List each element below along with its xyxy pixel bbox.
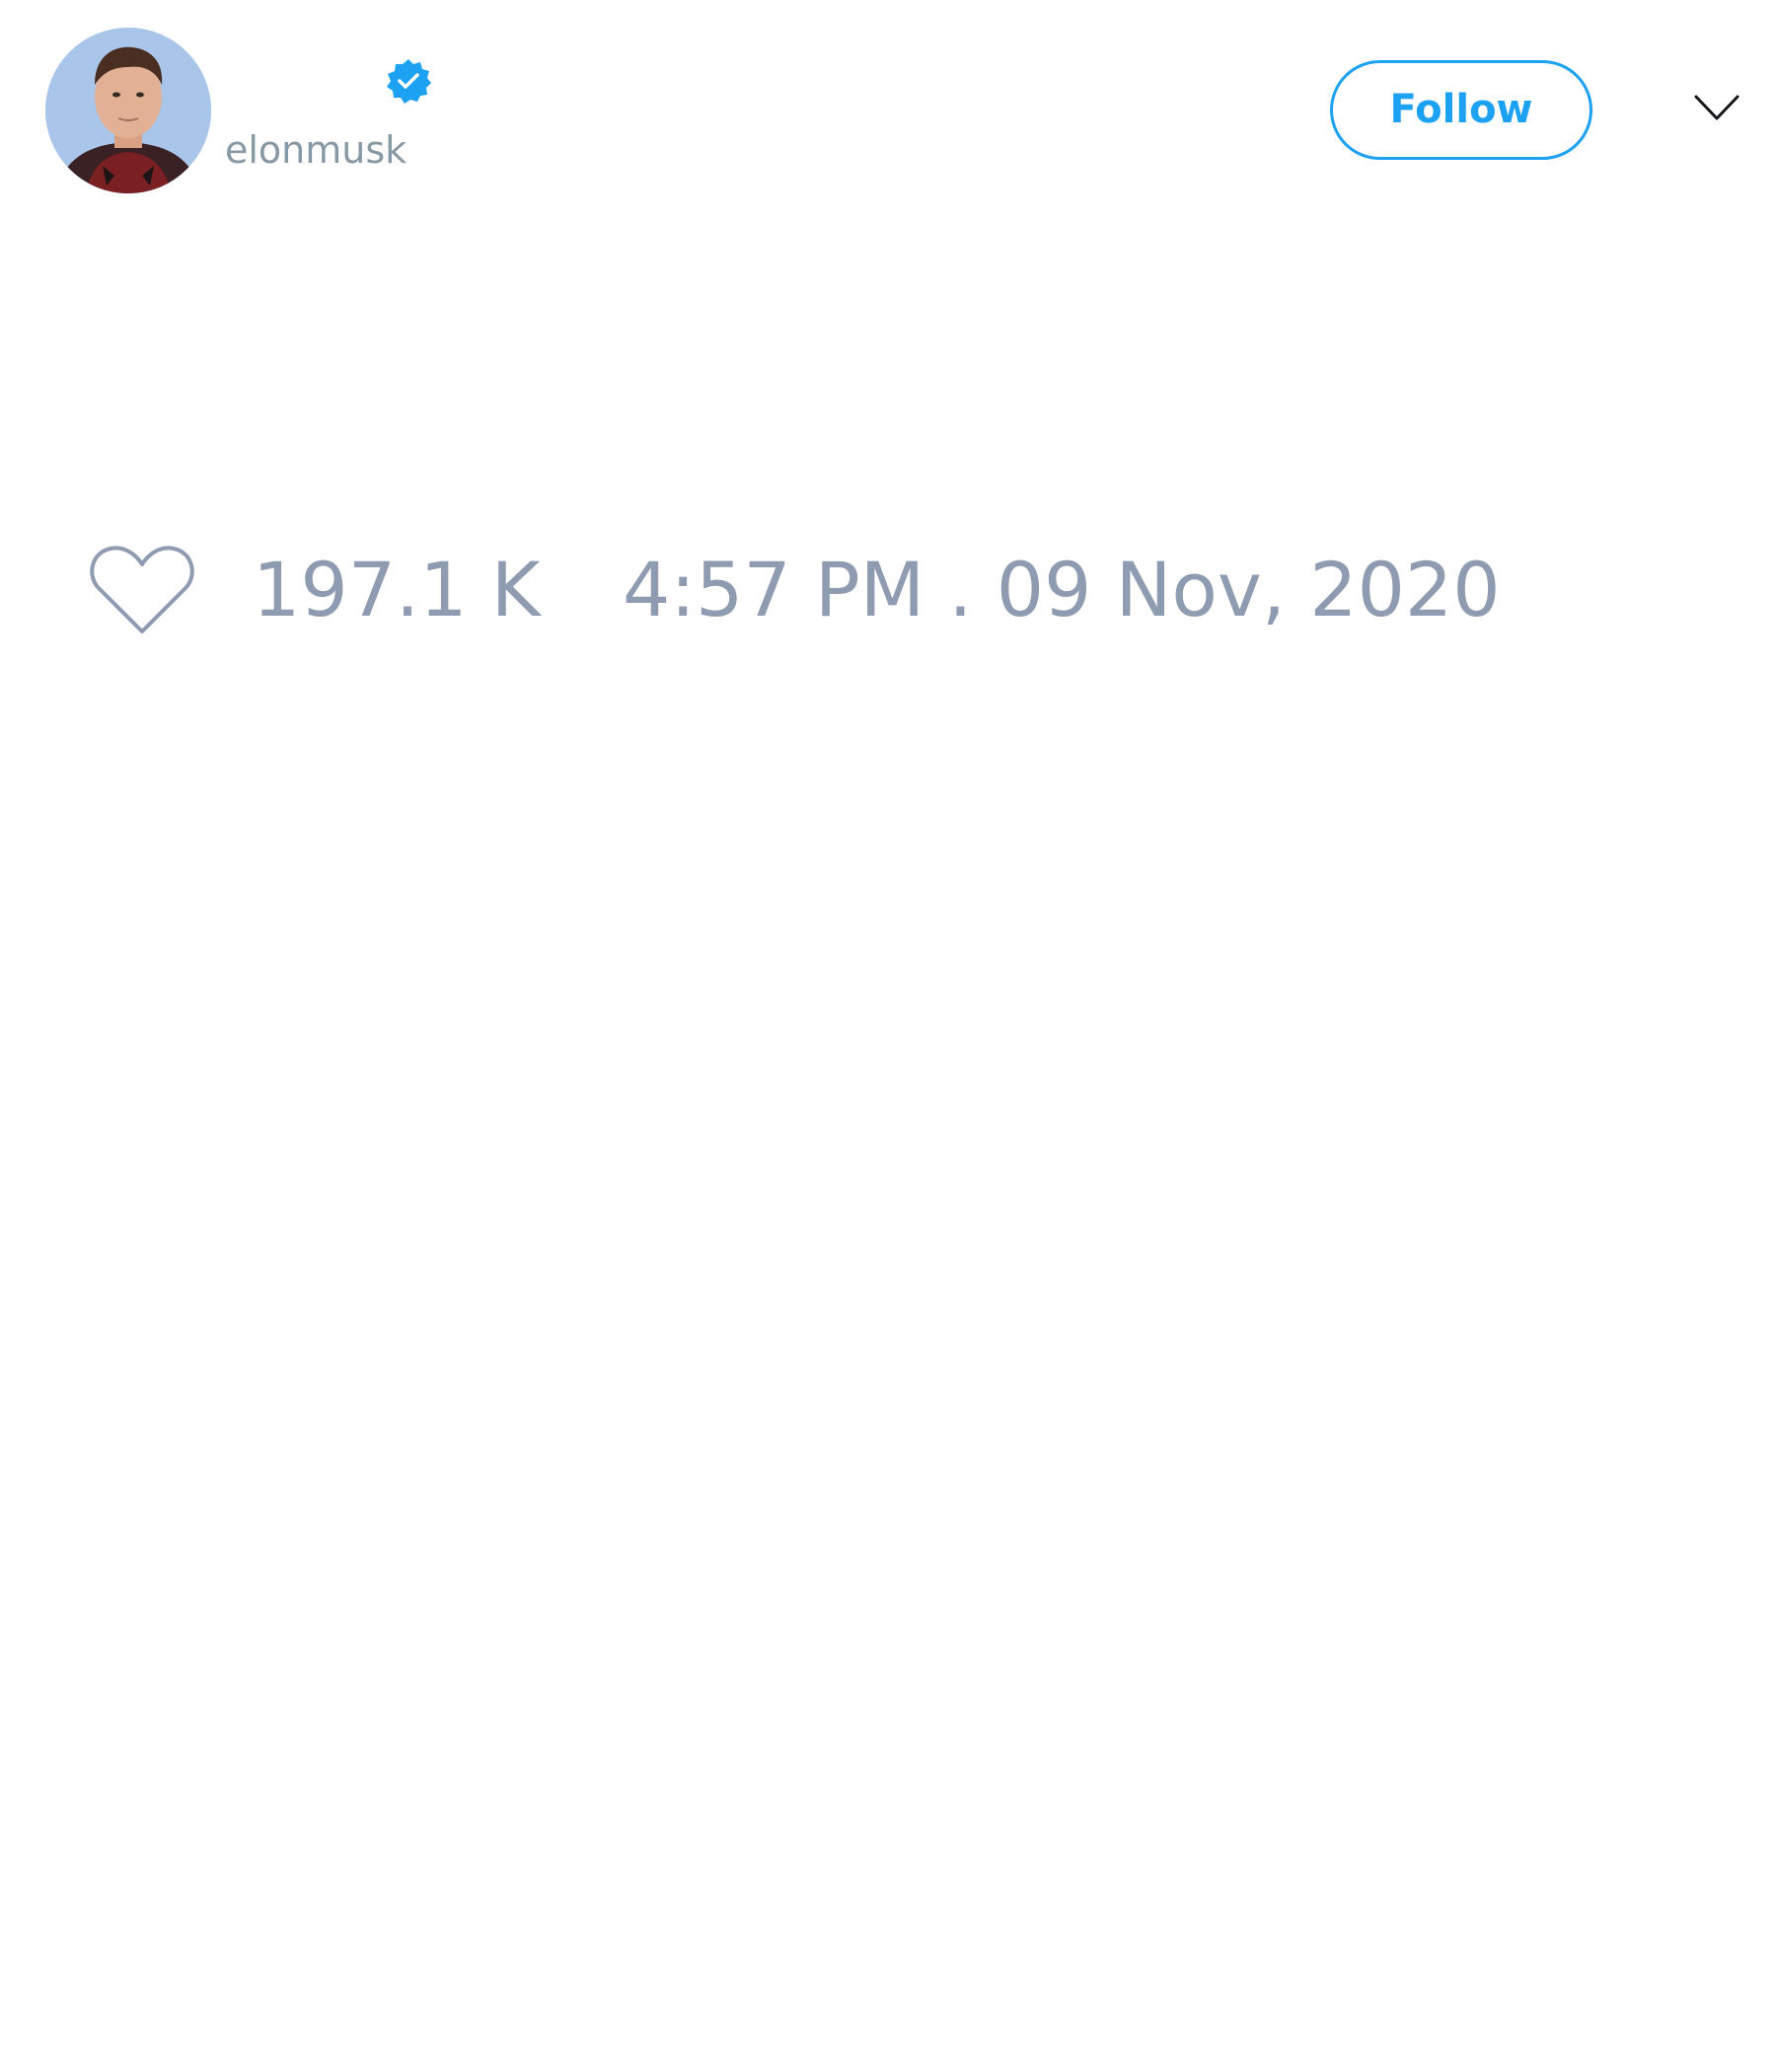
follow-button[interactable]: Follow: [1330, 60, 1592, 160]
verified-badge-icon: [385, 57, 432, 105]
avatar-image: [45, 28, 211, 193]
chevron-down-icon[interactable]: [1692, 89, 1741, 128]
heart-outline-icon[interactable]: [89, 543, 195, 637]
tweet-timestamp[interactable]: 4:57 PM . 09 Nov, 2020: [623, 541, 1501, 639]
user-handle[interactable]: elonmusk: [225, 126, 407, 174]
like-count: 197.1 K: [253, 546, 541, 633]
avatar[interactable]: [45, 28, 211, 193]
tweet-card: elonmusk Follow 197.1 K 4:57 PM . 09 Nov…: [0, 0, 1776, 2072]
tweet-meta-row: 197.1 K 4:57 PM . 09 Nov, 2020: [89, 541, 1707, 639]
